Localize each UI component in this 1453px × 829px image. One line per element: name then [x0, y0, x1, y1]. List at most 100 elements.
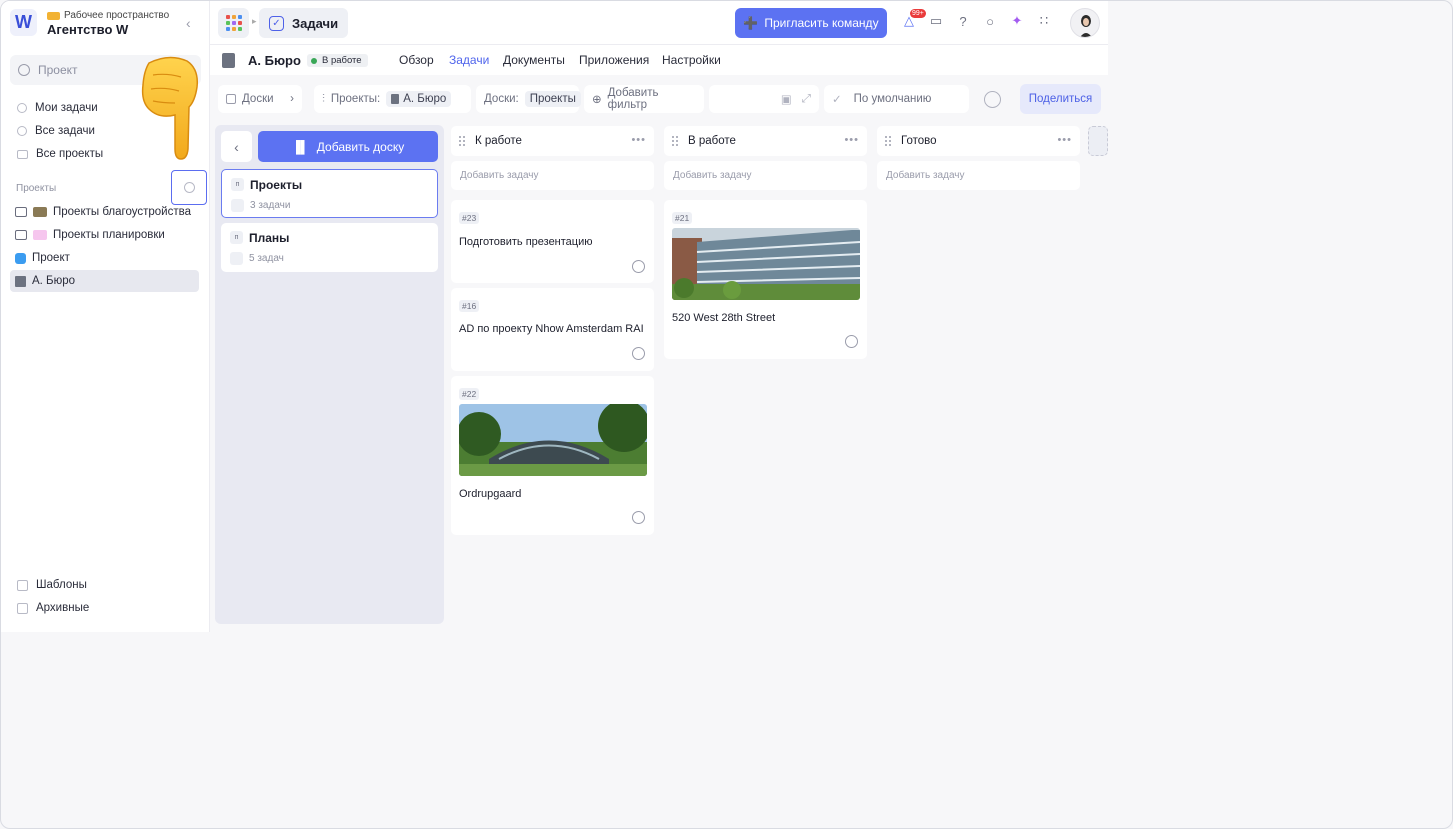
nav-label: Мои задачи	[35, 102, 98, 114]
bell-icon[interactable]: △ 99+	[900, 9, 926, 30]
nav-label: Все проекты	[36, 148, 104, 160]
invite-label: Пригласить команду	[764, 16, 879, 30]
project-label: Проекты благоустройства	[53, 206, 191, 218]
sidebar-project-project[interactable]: Проект	[10, 247, 199, 269]
invite-team-button[interactable]: ➕ Пригласить команду	[735, 8, 887, 38]
status-badge[interactable]: В работе	[307, 54, 368, 67]
tab-apps[interactable]: Приложения	[579, 53, 649, 67]
projects-section-label: Проекты	[16, 183, 57, 194]
add-project-button[interactable]	[171, 170, 207, 205]
drag-handle-icon[interactable]	[885, 136, 891, 146]
user-avatar-icon	[1080, 15, 1092, 37]
boards-filter-tag[interactable]: Проекты	[524, 91, 581, 107]
nav-templates[interactable]: Шаблоны	[17, 579, 87, 591]
board-columns-icon: ▐▌	[291, 139, 309, 154]
drag-handle-icon[interactable]	[672, 136, 678, 146]
building-icon	[15, 275, 26, 287]
more-icon[interactable]: •••	[1057, 134, 1072, 146]
folder-icon	[15, 207, 27, 217]
workspace-subtitle: Рабочее пространство	[47, 10, 169, 21]
nav-my-tasks[interactable]: Мои задачи	[17, 99, 98, 117]
column-header-todo[interactable]: К работе •••	[451, 126, 654, 156]
workspace-logo: W	[10, 9, 37, 36]
task-card[interactable]: #22 Ordrupgaard	[451, 376, 654, 535]
projects-filter-tag[interactable]: А. Бюро	[386, 91, 452, 107]
breadcrumb-separator-icon: ▸	[252, 16, 257, 26]
more-icon[interactable]: •••	[631, 134, 646, 146]
workspace-subtitle-text: Рабочее пространство	[64, 10, 170, 21]
task-title: AD по проекту Nhow Amsterdam RAI	[459, 323, 644, 335]
nav-archived[interactable]: Архивные	[17, 602, 89, 614]
add-task-input[interactable]: Добавить задачу	[664, 161, 867, 190]
sidebar-project-landscaping[interactable]: Проекты благоустройства	[10, 201, 199, 223]
board-card[interactable]: п Проекты 3 задачи	[221, 169, 438, 218]
sidebar-project-a-buro[interactable]: А. Бюро	[10, 270, 199, 292]
top-bar: ▸ ✓ Задачи ➕ Пригласить команду △ 99+ ▭ ?…	[210, 1, 1108, 45]
share-button[interactable]: Поделиться	[1020, 84, 1101, 114]
task-title: Подготовить презентацию	[459, 236, 593, 248]
avatar[interactable]	[1070, 8, 1100, 38]
apps-grid-button[interactable]	[218, 8, 249, 38]
add-task-input[interactable]: Добавить задачу	[877, 161, 1080, 190]
task-complete-checkbox[interactable]	[632, 511, 645, 524]
task-cover-image	[672, 228, 860, 300]
expand-icon[interactable]: ⤢	[802, 93, 811, 106]
sort-label: По умолчанию	[853, 93, 932, 105]
boards-toggle[interactable]: Доски ›	[218, 85, 302, 113]
project-label: А. Бюро	[32, 275, 76, 287]
status-label: В работе	[322, 55, 362, 66]
task-number: #23	[459, 212, 480, 224]
toolbar-icons: △ 99+ ▭ ? ○ ✦ ∷	[900, 9, 1053, 30]
drag-handle-icon[interactable]	[459, 136, 465, 146]
add-task-input[interactable]: Добавить задачу	[451, 161, 654, 190]
add-column-button[interactable]	[1088, 126, 1108, 156]
column-title: К работе	[475, 135, 522, 147]
collapse-sidebar-icon[interactable]: ‹	[186, 15, 191, 31]
board-task-count: 5 задач	[249, 253, 284, 264]
check-circle-icon	[17, 126, 27, 136]
workspace-switcher[interactable]: W Рабочее пространство Агентство W ‹	[10, 9, 205, 39]
sidebar-project-planning[interactable]: Проекты планировки	[10, 224, 199, 246]
column-title: Готово	[901, 135, 937, 147]
column-header-done[interactable]: Готово •••	[877, 126, 1080, 156]
tab-overview[interactable]: Обзор	[399, 53, 434, 67]
add-board-button[interactable]: ▐▌ Добавить доску	[258, 131, 438, 162]
grid-apps-icon[interactable]: ∷	[1035, 12, 1053, 30]
board-letter-icon: п	[231, 178, 244, 191]
tab-settings[interactable]: Настройки	[662, 53, 721, 67]
board-area: ‹ ▐▌ Добавить доску п Проекты 3 задачи п…	[210, 123, 1108, 632]
task-complete-checkbox[interactable]	[632, 260, 645, 273]
task-card[interactable]: #23 Подготовить презентацию	[451, 200, 654, 283]
task-complete-checkbox[interactable]	[845, 335, 858, 348]
task-card[interactable]: #21 520 West 28th Street	[664, 200, 867, 359]
back-button[interactable]: ‹	[221, 131, 252, 162]
save-icon[interactable]: ▣	[781, 92, 792, 106]
chevron-right-icon: ›	[290, 93, 294, 105]
more-icon[interactable]: •••	[844, 134, 859, 146]
chevron-left-icon: ‹	[234, 138, 239, 155]
board-name: Планы	[249, 231, 290, 245]
tab-tasks[interactable]: Задачи	[449, 53, 489, 67]
projects-filter[interactable]: ⫶ Проекты: А. Бюро	[314, 85, 471, 113]
help-icon[interactable]: ?	[954, 12, 972, 30]
add-filter-button[interactable]: ⊕ Добавить фильтр	[584, 85, 704, 113]
search-icon[interactable]: ○	[981, 12, 999, 30]
task-complete-checkbox[interactable]	[632, 347, 645, 360]
sort-select[interactable]: ✓ По умолчанию	[824, 85, 969, 113]
nav-all-tasks[interactable]: Все задачи	[17, 122, 95, 140]
board-card[interactable]: п Планы 5 задач	[221, 223, 438, 272]
plus-circle-icon: ⊕	[592, 94, 602, 106]
breadcrumb[interactable]: ✓ Задачи	[259, 8, 349, 38]
task-count-icon	[230, 252, 243, 265]
nav-all-projects[interactable]: Все проекты	[17, 145, 103, 163]
boards-panel: ‹ ▐▌ Добавить доску п Проекты 3 задачи п…	[215, 125, 444, 624]
sparkle-ai-icon[interactable]: ✦	[1008, 12, 1026, 30]
task-number: #22	[459, 388, 480, 400]
folder-icon[interactable]: ▭	[927, 12, 945, 30]
tab-documents[interactable]: Документы	[503, 53, 565, 67]
project-thumbnail-icon	[33, 230, 47, 240]
settings-gear-icon[interactable]	[984, 91, 1001, 108]
boards-filter[interactable]: Доски: Проекты	[476, 85, 581, 113]
task-card[interactable]: #16 AD по проекту Nhow Amsterdam RAI	[451, 288, 654, 371]
column-header-in-progress[interactable]: В работе •••	[664, 126, 867, 156]
